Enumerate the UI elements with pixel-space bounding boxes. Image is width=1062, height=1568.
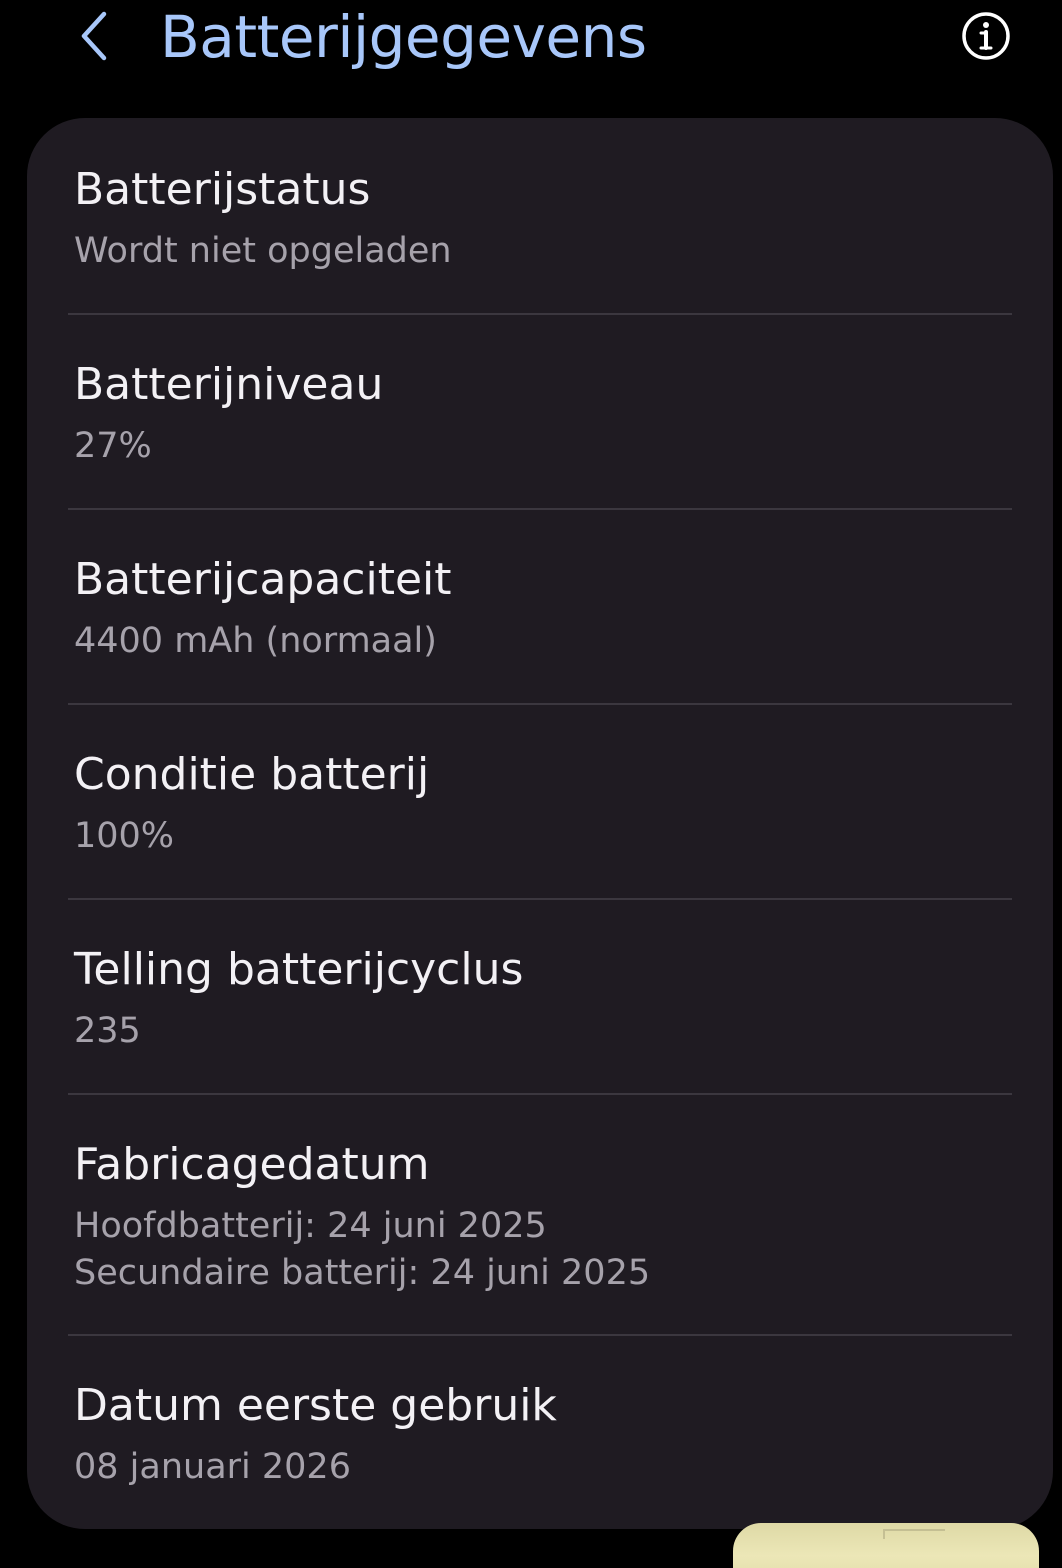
row-title: Batterijcapaciteit xyxy=(74,554,452,605)
row-battery-cycle-count[interactable]: Telling batterijcyclus 235 xyxy=(27,900,1053,1094)
row-manufacture-date[interactable]: Fabricagedatum Hoofdbatterij: 24 juni 20… xyxy=(27,1095,1053,1335)
row-title: Batterijstatus xyxy=(74,164,371,215)
row-value-main-battery: Hoofdbatterij: 24 juni 2025 xyxy=(74,1206,547,1246)
info-button[interactable] xyxy=(956,8,1016,64)
chevron-left-icon xyxy=(81,11,107,61)
row-value: 4400 mAh (normaal) xyxy=(74,621,437,661)
row-battery-status[interactable]: Batterijstatus Wordt niet opgeladen xyxy=(27,118,1053,314)
row-battery-capacity[interactable]: Batterijcapaciteit 4400 mAh (normaal) xyxy=(27,510,1053,704)
row-value: 08 januari 2026 xyxy=(74,1447,351,1487)
row-battery-condition[interactable]: Conditie batterij 100% xyxy=(27,705,1053,899)
row-first-use-date[interactable]: Datum eerste gebruik 08 januari 2026 xyxy=(27,1336,1053,1529)
row-title: Batterijniveau xyxy=(74,359,384,410)
battery-info-screen: Batterijgegevens Batterijstatus Wordt ni… xyxy=(0,0,1062,1568)
row-value: Wordt niet opgeladen xyxy=(74,231,452,271)
row-title: Fabricagedatum xyxy=(74,1139,430,1190)
thumbnail-detail xyxy=(883,1529,945,1539)
row-value-secondary-battery: Secundaire batterij: 24 juni 2025 xyxy=(74,1253,651,1293)
battery-details-card: Batterijstatus Wordt niet opgeladen Batt… xyxy=(27,118,1053,1529)
row-value: 100% xyxy=(74,816,175,856)
row-battery-level[interactable]: Batterijniveau 27% xyxy=(27,315,1053,509)
row-title: Telling batterijcyclus xyxy=(74,944,524,995)
back-button[interactable] xyxy=(66,4,122,68)
row-title: Datum eerste gebruik xyxy=(74,1380,557,1431)
info-icon xyxy=(962,12,1010,60)
row-value: 235 xyxy=(74,1011,141,1051)
page-title: Batterijgegevens xyxy=(160,3,647,71)
floating-thumbnail[interactable] xyxy=(733,1523,1039,1568)
row-value: 27% xyxy=(74,426,152,466)
row-title: Conditie batterij xyxy=(74,749,430,800)
top-app-bar: Batterijgegevens xyxy=(0,0,1062,80)
